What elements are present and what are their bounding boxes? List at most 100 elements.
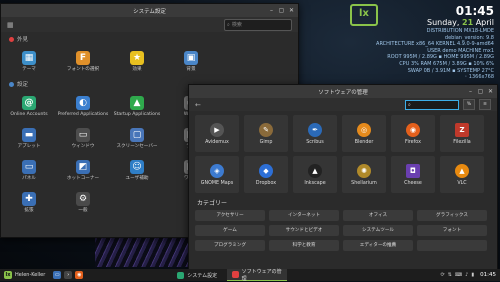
mx-logo: lx bbox=[350, 4, 378, 26]
filezilla-icon: Z bbox=[455, 122, 469, 137]
firefox-launcher-icon[interactable]: ◉ bbox=[75, 271, 84, 279]
quick-launch: ▭ › ◉ bbox=[49, 271, 87, 279]
app-tile-gimp[interactable]: ✎ Gimp bbox=[244, 115, 288, 152]
settings-toolbar: ▦ ⌕ 検索 bbox=[1, 17, 298, 32]
vlc-icon: ▲ bbox=[455, 163, 469, 178]
category-button[interactable]: システムツール bbox=[343, 225, 413, 236]
bottom-panel: lx Helen-Keller ▭ › ◉ システム設定 ソフトウェアの管理 ⟳ … bbox=[0, 269, 500, 282]
settings-item-online-accounts[interactable]: @ Online Accounts bbox=[3, 90, 55, 122]
minimize-icon[interactable]: – bbox=[467, 88, 474, 95]
accessibility-icon: ☺ bbox=[130, 159, 144, 174]
app-tile-avidemux[interactable]: ▶ Avidemux bbox=[195, 115, 239, 152]
volume-icon[interactable]: ♪ bbox=[465, 272, 468, 278]
category-button[interactable]: アクセサリー bbox=[195, 210, 265, 221]
category-button[interactable]: エディターの推薦 bbox=[343, 240, 413, 251]
search-icon: ⌕ bbox=[227, 21, 230, 28]
hot-corners-icon: ◩ bbox=[76, 159, 90, 174]
preferences-icon bbox=[9, 81, 14, 87]
settings-item-fonts[interactable]: F フォントの選択 bbox=[57, 45, 109, 77]
app-tile-dropbox[interactable]: ◆ Dropbox bbox=[244, 156, 288, 193]
dropbox-icon: ◆ bbox=[259, 163, 273, 178]
settings-item-accessibility[interactable]: ☺ ユーザ補助 bbox=[111, 154, 163, 186]
taskbar-item-software[interactable]: ソフトウェアの管理 bbox=[227, 269, 288, 282]
app-tile-shellarium[interactable]: ✺ Shellarium bbox=[342, 156, 386, 193]
settings-item-panel[interactable]: ▭ パネル bbox=[3, 154, 55, 186]
avidemux-icon: ▶ bbox=[210, 122, 224, 137]
settings-titlebar[interactable]: システム設定 – ▢ ✕ bbox=[1, 4, 298, 17]
settings-item-applets[interactable]: ▬ アプレット bbox=[3, 122, 55, 154]
settings-title: システム設定 bbox=[133, 8, 166, 15]
network-icon[interactable]: ⇅ bbox=[448, 272, 452, 278]
app-tile-scribus[interactable]: ✒ Scribus bbox=[293, 115, 337, 152]
conky-line: USER demo MACHINE mx1 bbox=[427, 47, 494, 54]
menu-button[interactable]: ≡ bbox=[479, 99, 491, 110]
blender-icon: ◎ bbox=[357, 122, 371, 137]
cheese-icon: ◘ bbox=[406, 163, 420, 178]
theme-icon: ▦ bbox=[22, 50, 36, 65]
start-menu-button[interactable]: lx Helen-Keller bbox=[0, 271, 49, 279]
settings-search-input[interactable]: ⌕ 検索 bbox=[224, 18, 292, 31]
grid-view-icon[interactable]: ▦ bbox=[7, 21, 15, 29]
maximize-icon[interactable]: ▢ bbox=[477, 88, 484, 95]
category-button[interactable]: ゲーム bbox=[195, 225, 265, 236]
category-button[interactable]: フォント bbox=[417, 225, 487, 236]
software-task-icon bbox=[232, 271, 239, 278]
category-button[interactable]: オフィス bbox=[343, 210, 413, 221]
panel-icon: ▭ bbox=[22, 159, 36, 174]
app-tile-vlc[interactable]: ▲ VLC bbox=[440, 156, 484, 193]
general-icon: ⚙ bbox=[76, 191, 90, 206]
effects-icon: ★ bbox=[130, 50, 144, 65]
maximize-icon[interactable]: ▢ bbox=[278, 7, 285, 14]
conky-line: SWAP 0B / 3.91M ▪ SYSTEMP 27°C bbox=[407, 67, 494, 74]
file-manager-icon[interactable]: ▭ bbox=[53, 271, 62, 279]
app-tile-blender[interactable]: ◎ Blender bbox=[342, 115, 386, 152]
panel-clock[interactable]: 01:45 bbox=[480, 272, 496, 278]
conky-line: ARCHITECTURE x86_64 KERNEL 4.9.0-9-amd64 bbox=[376, 41, 494, 48]
extensions-icon: ✚ bbox=[22, 191, 36, 206]
settings-item-general[interactable]: ⚙ 一般 bbox=[57, 186, 109, 218]
settings-item-theme[interactable]: ▦ テーマ bbox=[3, 45, 55, 77]
category-button[interactable]: プログラミング bbox=[195, 240, 265, 251]
taskbar-item-settings[interactable]: システム設定 bbox=[172, 269, 227, 281]
category-button-empty[interactable] bbox=[417, 240, 487, 251]
terminal-icon[interactable]: › bbox=[64, 271, 73, 279]
settings-item-extensions[interactable]: ✚ 拡張 bbox=[3, 186, 55, 218]
software-titlebar[interactable]: ソフトウェアの管理 – ▢ ✕ bbox=[189, 85, 497, 98]
filter-button[interactable]: % bbox=[463, 99, 475, 110]
featured-apps-grid: ▶ Avidemux ✎ Gimp ✒ Scribus ◎ Blender ◉ Firef… bbox=[189, 111, 497, 197]
inkscape-icon: ▲ bbox=[308, 163, 322, 178]
settings-item-effects[interactable]: ★ 効果 bbox=[111, 45, 163, 77]
battery-icon[interactable]: ▮ bbox=[471, 272, 474, 278]
minimize-icon[interactable]: – bbox=[268, 7, 275, 14]
category-button[interactable]: インターネット bbox=[269, 210, 339, 221]
app-tile-cheese[interactable]: ◘ Cheese bbox=[391, 156, 435, 193]
software-search-input[interactable]: ⌕ bbox=[405, 99, 459, 110]
category-button[interactable]: サウンドとビデオ bbox=[269, 225, 339, 236]
software-title: ソフトウェアの管理 bbox=[318, 89, 368, 96]
settings-item-window[interactable]: ▭ ウィンドウ bbox=[57, 122, 109, 154]
section-appearance: 外見 bbox=[1, 32, 298, 45]
close-icon[interactable]: ✕ bbox=[487, 88, 494, 95]
update-icon[interactable]: ⟳ bbox=[441, 272, 445, 278]
software-manager-window: ソフトウェアの管理 – ▢ ✕ ← ⌕ % ≡ ▶ Avidemux ✎ Gimp ✒ S… bbox=[188, 84, 498, 273]
back-arrow-icon[interactable]: ← bbox=[195, 101, 203, 109]
settings-item-hot-corners[interactable]: ◩ ホットコーナー bbox=[57, 154, 109, 186]
preferred-apps-icon: ◐ bbox=[76, 95, 90, 110]
mx-menu-icon: lx bbox=[4, 271, 12, 279]
app-tile-firefox[interactable]: ◉ Firefox bbox=[391, 115, 435, 152]
category-button[interactable]: グラフィックス bbox=[417, 210, 487, 221]
app-tile-inkscape[interactable]: ▲ Inkscape bbox=[293, 156, 337, 193]
keyboard-icon[interactable]: ⌨ bbox=[455, 272, 462, 278]
conky-line: DISTRIBUTION MX18-LMDE bbox=[426, 28, 494, 34]
maps-icon: ◈ bbox=[210, 163, 224, 178]
settings-item-startup-apps[interactable]: ▲ Startup Applications bbox=[111, 90, 163, 122]
app-tile-gnome-maps[interactable]: ◈ GNOME Maps bbox=[195, 156, 239, 193]
close-icon[interactable]: ✕ bbox=[288, 7, 295, 14]
settings-item-screensaver[interactable]: ▢ スクリーンセーバー bbox=[111, 122, 163, 154]
settings-item-background[interactable]: ▣ 背景 bbox=[165, 45, 217, 77]
settings-item-preferred-apps[interactable]: ◐ Preferred Applications bbox=[57, 90, 109, 122]
app-tile-filezilla[interactable]: Z Filezilla bbox=[440, 115, 484, 152]
category-button[interactable]: 科学と教育 bbox=[269, 240, 339, 251]
conky-widget: lx 01:45 Sunday, 21 April DISTRIBUTION M… bbox=[344, 2, 494, 81]
startup-apps-icon: ▲ bbox=[130, 95, 144, 110]
